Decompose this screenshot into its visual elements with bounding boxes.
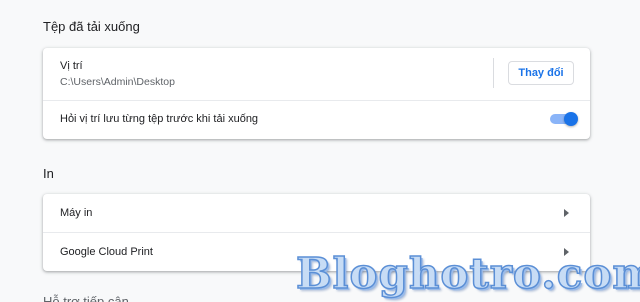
- location-label: Vị trí: [60, 60, 83, 72]
- settings-page: Tệp đã tải xuống Vị trí C:\Users\Admin\D…: [0, 0, 640, 302]
- cloud-print-label: Google Cloud Print: [60, 246, 153, 258]
- location-value: C:\Users\Admin\Desktop: [60, 76, 175, 88]
- location-row: Vị trí C:\Users\Admin\Desktop Thay đổi: [43, 48, 590, 100]
- printers-row[interactable]: Máy in: [43, 194, 590, 232]
- print-section-title: In: [43, 166, 54, 181]
- toggle-knob: [564, 112, 578, 126]
- ask-location-label: Hỏi vị trí lưu từng tệp trước khi tải xu…: [60, 113, 259, 125]
- printers-label: Máy in: [60, 207, 93, 219]
- downloads-card: Vị trí C:\Users\Admin\Desktop Thay đổi H…: [43, 48, 590, 139]
- accessibility-section-title: Hỗ trợ tiếp cận: [43, 294, 129, 302]
- change-location-button[interactable]: Thay đổi: [508, 61, 574, 85]
- ask-location-row[interactable]: Hỏi vị trí lưu từng tệp trước khi tải xu…: [43, 100, 590, 139]
- watermark-logo: Bloghotro.com: [295, 248, 640, 299]
- ask-location-toggle[interactable]: [550, 112, 578, 126]
- downloads-section-title: Tệp đã tải xuống: [43, 19, 140, 34]
- vertical-separator: [493, 58, 494, 88]
- chevron-right-icon: [564, 209, 569, 217]
